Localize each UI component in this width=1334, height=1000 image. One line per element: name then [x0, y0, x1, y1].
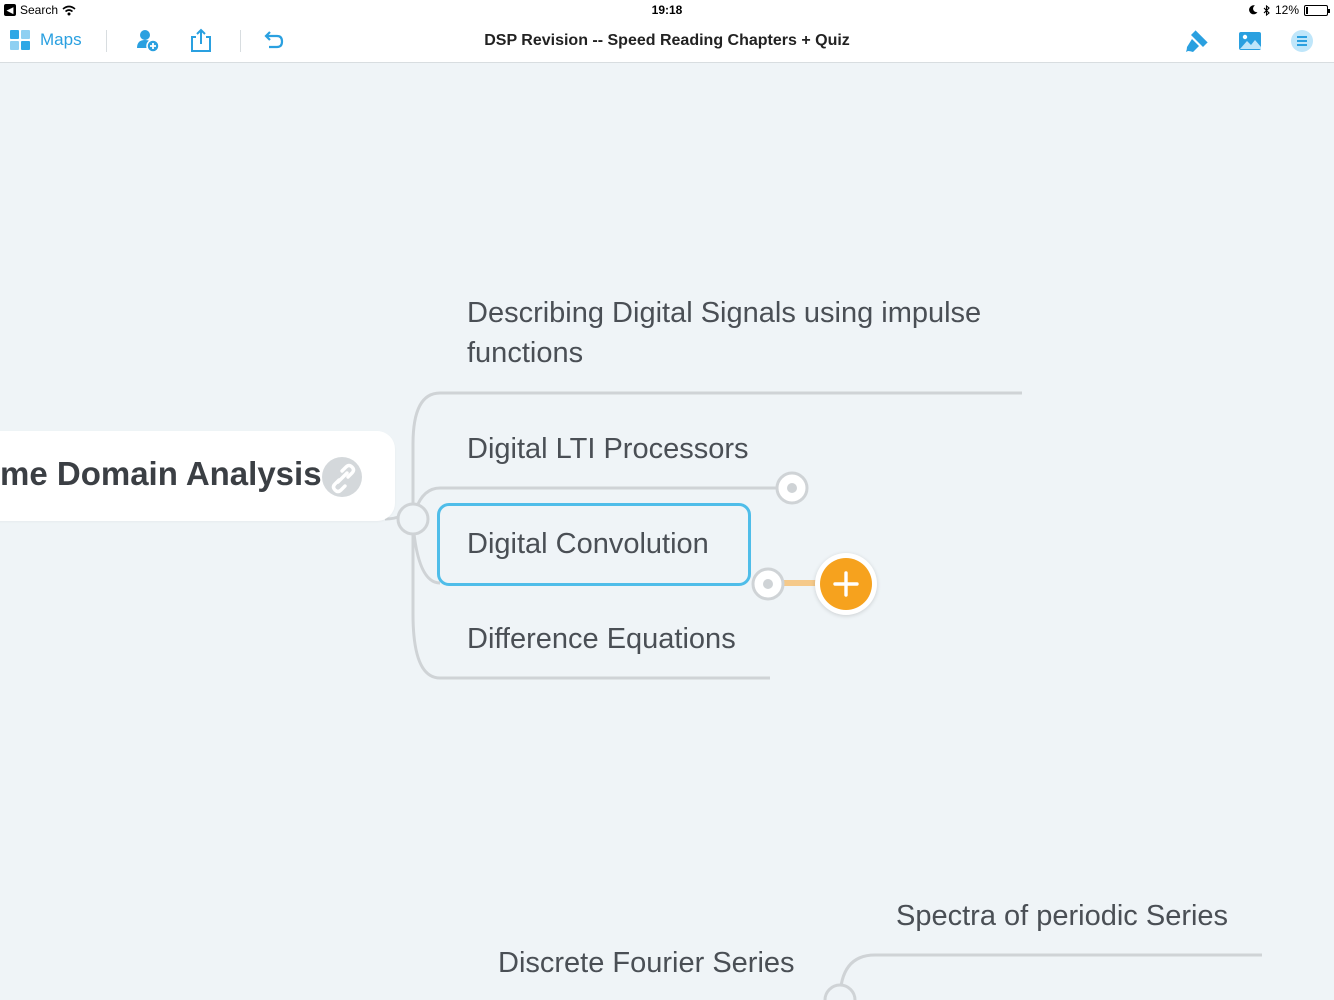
- central-topic-label: me Domain Analysis: [0, 455, 322, 492]
- insert-image-button[interactable]: [1237, 28, 1263, 54]
- topic-spectra-of-periodic-series[interactable]: Spectra of periodic Series: [896, 896, 1228, 936]
- topic-difference-equations[interactable]: Difference Equations: [467, 619, 736, 659]
- outline-menu-icon: [1291, 30, 1313, 52]
- hub-node[interactable]: [823, 983, 857, 1000]
- toolbar-divider: [106, 30, 107, 52]
- moon-icon: [1249, 5, 1258, 15]
- status-bar: ◀ Search 19:18 12%: [0, 0, 1334, 20]
- add-collaborator-button[interactable]: [135, 28, 161, 54]
- topic-discrete-fourier-series[interactable]: Discrete Fourier Series: [498, 943, 795, 983]
- maps-label: Maps: [40, 30, 82, 49]
- maps-grid-icon: [10, 30, 30, 50]
- undo-button[interactable]: [260, 28, 286, 54]
- clock: 19:18: [651, 3, 683, 17]
- style-button[interactable]: [1184, 28, 1210, 54]
- battery-percent: 12%: [1274, 3, 1299, 17]
- topic-digital-convolution[interactable]: Digital Convolution: [467, 524, 709, 564]
- link-badge[interactable]: [322, 457, 362, 497]
- status-indicators: 12%: [1249, 3, 1330, 17]
- topic-digital-lti-processors[interactable]: Digital LTI Processors: [467, 429, 749, 469]
- topic-describing-digital-signals[interactable]: Describing Digital Signals using impulse…: [467, 293, 1027, 373]
- undo-icon: [264, 31, 284, 49]
- add-button-fill: [820, 558, 872, 610]
- share-button[interactable]: [188, 28, 214, 54]
- insert-image-icon: [1239, 32, 1261, 50]
- add-collaborator-icon: [137, 30, 160, 53]
- style-brush-icon: [1186, 29, 1209, 52]
- add-subtopic-button[interactable]: [815, 553, 877, 615]
- bluetooth-icon: [1263, 4, 1270, 16]
- mind-map-canvas[interactable]: me Domain Analysis Describing Digital Si…: [0, 64, 1334, 1000]
- battery-level: [1306, 6, 1308, 14]
- maps-button[interactable]: Maps: [10, 30, 82, 50]
- battery-icon: [1304, 4, 1330, 16]
- plus-icon: [833, 571, 859, 597]
- outline-button[interactable]: [1289, 28, 1315, 54]
- share-icon: [191, 28, 211, 52]
- link-icon: [331, 463, 356, 494]
- hub-node[interactable]: [396, 502, 430, 536]
- toolbar: Maps DSP Revision -- Speed Reading Chapt…: [0, 20, 1334, 63]
- toolbar-divider: [240, 30, 241, 52]
